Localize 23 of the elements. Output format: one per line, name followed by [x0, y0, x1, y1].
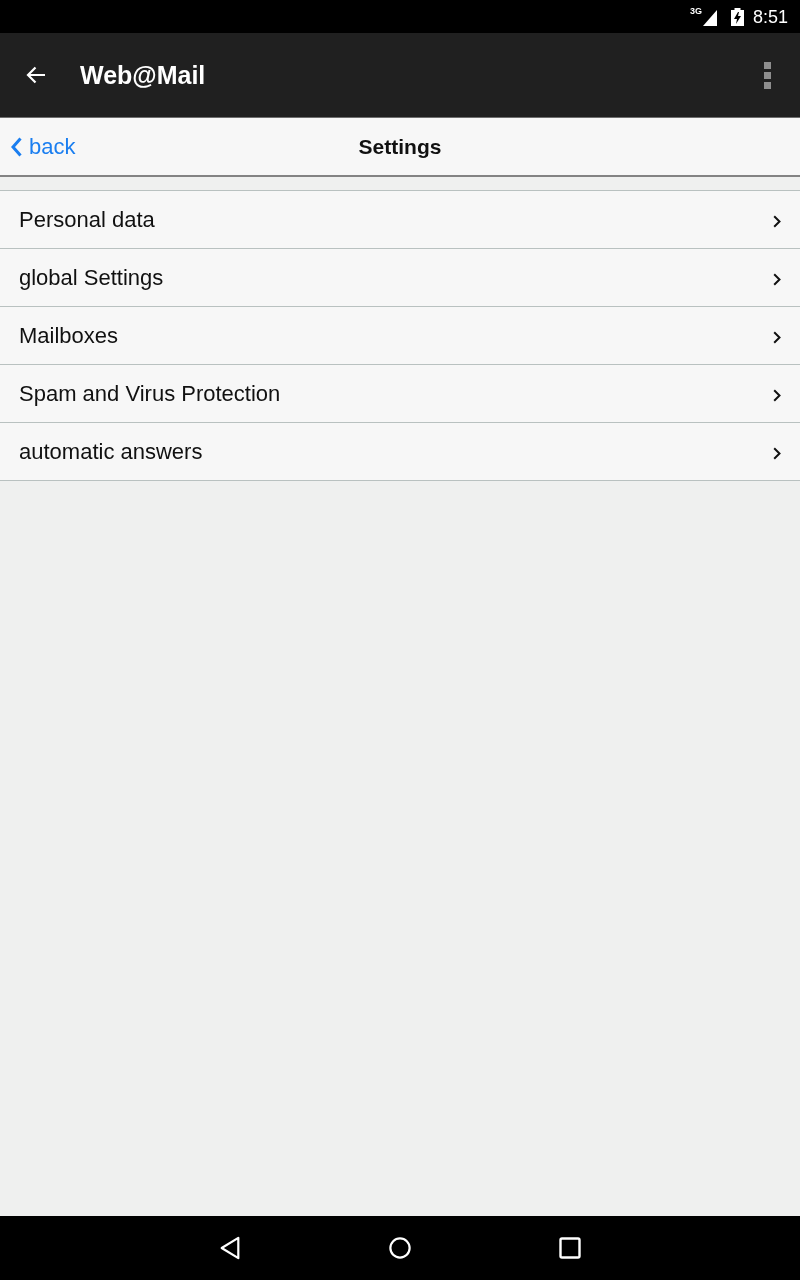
settings-item[interactable]: automatic answers — [0, 423, 800, 481]
back-link[interactable]: back — [11, 133, 76, 160]
circle-home-icon — [389, 1236, 411, 1260]
signal-icon — [702, 9, 717, 26]
status-time: 8:51 — [752, 6, 788, 27]
chevron-left-icon — [11, 136, 22, 157]
chevron-right-icon — [773, 214, 781, 228]
square-recents-icon — [559, 1236, 581, 1260]
page-title: Settings — [357, 134, 443, 159]
chevron-right-icon — [773, 272, 781, 286]
chevron-right-icon — [773, 446, 781, 460]
settings-item[interactable]: Mailboxes — [0, 307, 800, 365]
settings-item[interactable]: Personal data — [0, 191, 800, 249]
chevron-right-icon — [773, 330, 781, 344]
network-type-label: 3G — [689, 6, 702, 16]
battery-icon — [730, 7, 744, 26]
app-title: Web@Mail — [80, 60, 206, 90]
settings-item[interactable]: global Settings — [0, 249, 800, 307]
settings-item[interactable]: Spam and Virus Protection — [0, 365, 800, 423]
chevron-right-icon — [773, 388, 781, 402]
triangle-back-icon — [219, 1236, 241, 1260]
overflow-menu-icon — [764, 61, 771, 89]
back-arrow-icon — [26, 66, 46, 84]
